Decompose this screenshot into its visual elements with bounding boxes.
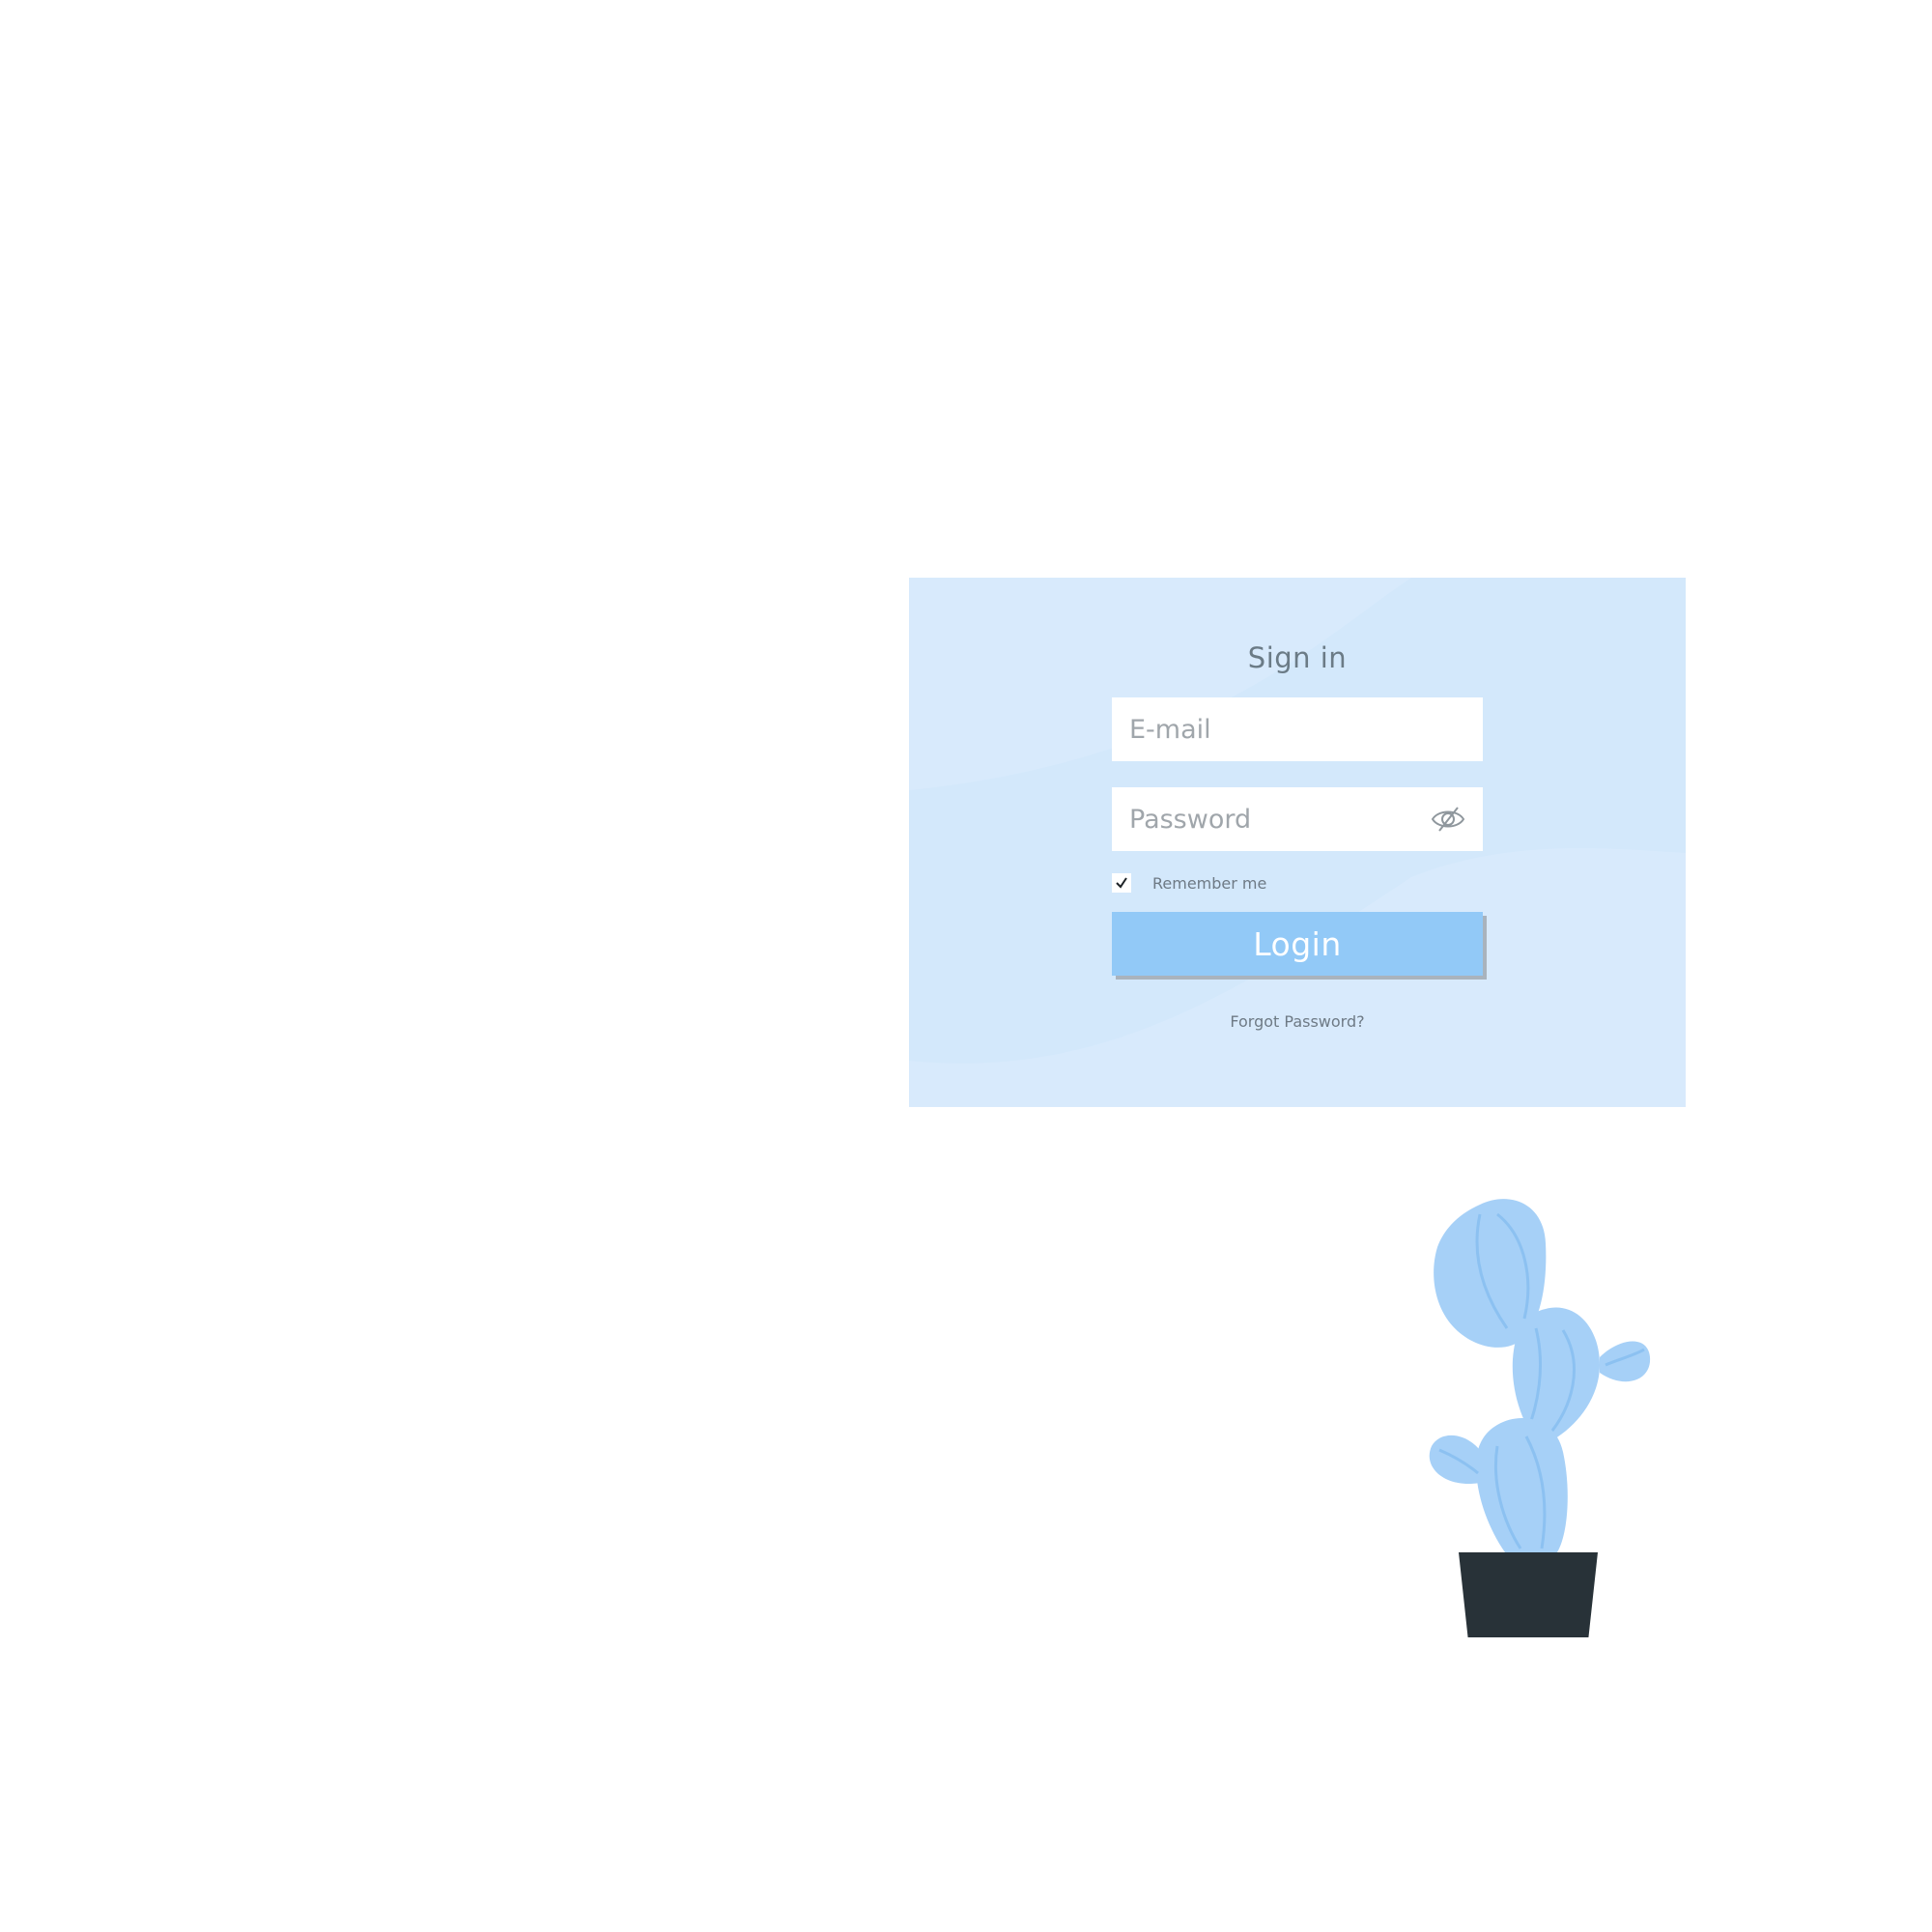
remember-me-checkbox[interactable] [1112,873,1131,893]
eye-slash-icon[interactable] [1430,804,1466,835]
login-button[interactable]: Login [1112,912,1483,976]
cactus-illustration [1429,1199,1651,1637]
check-icon [1116,877,1127,889]
remember-me-row: Remember me [1112,872,1266,894]
email-field[interactable] [1112,697,1483,761]
password-field[interactable] [1112,787,1483,851]
page: Sign in Remember me Login Forgot Passwor… [0,0,1932,1932]
login-card: Sign in Remember me Login Forgot Passwor… [909,578,1686,1107]
forgot-password-link[interactable]: Forgot Password? [909,1012,1686,1031]
remember-me-label: Remember me [1152,873,1267,893]
page-title: Sign in [1247,641,1348,674]
